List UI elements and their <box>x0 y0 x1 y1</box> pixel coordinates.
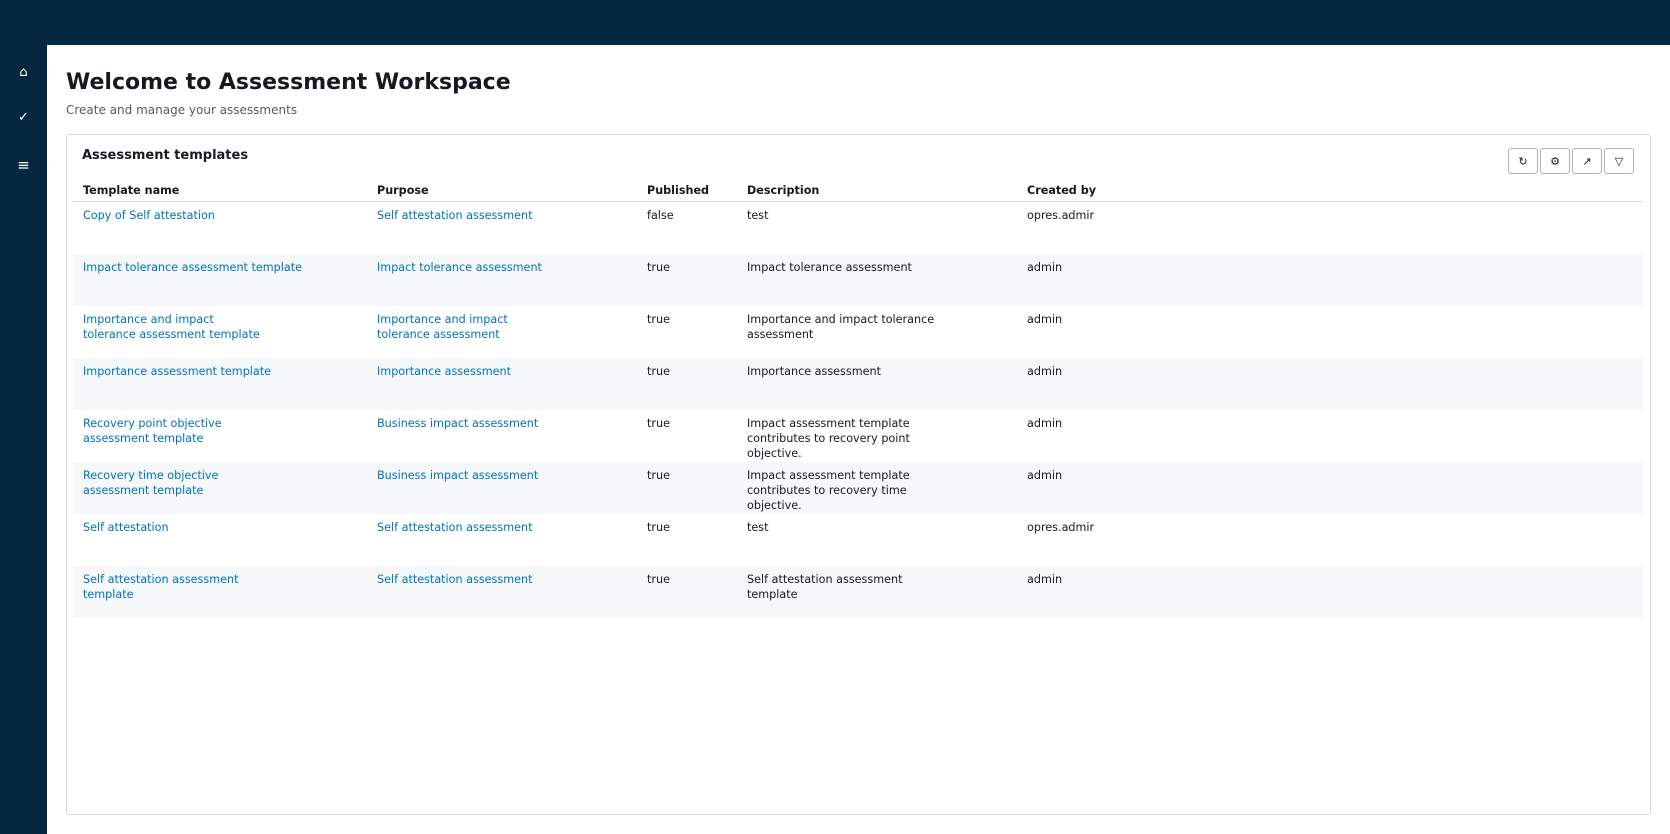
created-by-cell: admin <box>1027 469 1063 482</box>
table-row: Self attestation Self attestation assess… <box>73 514 1643 566</box>
column-header-template-name[interactable]: Template name <box>73 180 367 202</box>
created-by-cell: admin <box>1027 573 1063 586</box>
menu-icon[interactable]: ≡ <box>0 156 47 174</box>
open-external-button[interactable]: ↗ <box>1572 148 1602 174</box>
description-cell: Impact tolerance assessment <box>747 261 912 274</box>
template-name-link[interactable]: Importance and impact tolerance assessme… <box>83 312 263 342</box>
table-row: Impact tolerance assessment template Imp… <box>73 254 1643 306</box>
filter-button[interactable]: ▽ <box>1604 148 1634 174</box>
table-row: Self attestation assessment template Sel… <box>73 566 1643 618</box>
template-name-link[interactable]: Self attestation <box>83 521 169 534</box>
top-navigation-bar <box>0 0 1670 45</box>
created-by-cell: admin <box>1027 365 1063 378</box>
table-header-row: Template name Purpose Published Descript… <box>73 180 1643 202</box>
created-by-cell: admin <box>1027 313 1063 326</box>
purpose-link[interactable]: Importance and impact tolerance assessme… <box>377 312 557 342</box>
template-name-link[interactable]: Impact tolerance assessment template <box>83 261 302 274</box>
page-title: Welcome to Assessment Workspace <box>66 70 511 95</box>
purpose-link[interactable]: Impact tolerance assessment <box>377 260 557 275</box>
table-toolbar: ↻ ⚙ ↗ ▽ <box>1506 148 1634 174</box>
page-subtitle: Create and manage your assessments <box>66 103 298 117</box>
description-cell: Impact assessment template contributes t… <box>747 417 910 460</box>
column-header-created-by[interactable]: Created by <box>1017 180 1643 202</box>
published-cell: true <box>647 313 670 326</box>
refresh-icon: ↻ <box>1518 154 1528 168</box>
description-cell: test <box>747 521 769 534</box>
check-icon[interactable]: ✓ <box>0 110 47 125</box>
settings-icon: ⚙ <box>1550 154 1560 168</box>
column-header-purpose[interactable]: Purpose <box>367 180 637 202</box>
published-cell: true <box>647 521 670 534</box>
template-name-link[interactable]: Recovery point objective assessment temp… <box>83 416 233 446</box>
purpose-link[interactable]: Business impact assessment <box>377 468 557 483</box>
published-cell: true <box>647 417 670 430</box>
created-by-cell: admin <box>1027 417 1063 430</box>
table-row: Recovery point objective assessment temp… <box>73 410 1643 462</box>
created-by-cell: opres.admir <box>1027 209 1095 222</box>
refresh-button[interactable]: ↻ <box>1508 148 1538 174</box>
purpose-link[interactable]: Self attestation assessment <box>377 572 557 587</box>
purpose-link[interactable]: Business impact assessment <box>377 416 557 431</box>
home-icon[interactable]: ⌂ <box>0 65 47 80</box>
published-cell: true <box>647 573 670 586</box>
settings-button[interactable]: ⚙ <box>1540 148 1570 174</box>
table-row: Importance assessment template Importanc… <box>73 358 1643 410</box>
purpose-link[interactable]: Importance assessment <box>377 364 557 379</box>
table-row: Recovery time objective assessment templ… <box>73 462 1643 514</box>
assessment-templates-panel: Assessment templates ↻ ⚙ ↗ ▽ Template na… <box>66 134 1651 815</box>
external-link-icon: ↗ <box>1582 154 1592 168</box>
template-name-link[interactable]: Recovery time objective assessment templ… <box>83 468 233 498</box>
purpose-link[interactable]: Self attestation assessment <box>377 520 557 535</box>
purpose-link[interactable]: Self attestation assessment <box>377 208 557 223</box>
filter-icon: ▽ <box>1614 154 1624 168</box>
published-cell: true <box>647 469 670 482</box>
main-content: Welcome to Assessment Workspace Create a… <box>47 45 1670 834</box>
created-by-cell: opres.admir <box>1027 521 1095 534</box>
table-row: Importance and impact tolerance assessme… <box>73 306 1643 358</box>
description-cell: Importance and impact tolerance assessme… <box>747 313 935 341</box>
template-name-link[interactable]: Copy of Self attestation <box>83 208 263 223</box>
description-cell: Self attestation assessment template <box>747 573 903 601</box>
created-by-cell: admin <box>1027 261 1063 274</box>
published-cell: true <box>647 365 670 378</box>
description-cell: Impact assessment template contributes t… <box>747 469 910 512</box>
template-name-link[interactable]: Self attestation assessment template <box>83 572 253 602</box>
side-navigation: ⌂ ✓ ≡ <box>0 45 47 834</box>
template-name-link[interactable]: Importance assessment template <box>83 365 271 378</box>
templates-table: Template name Purpose Published Descript… <box>73 180 1643 618</box>
published-cell: true <box>647 261 670 274</box>
published-cell: false <box>647 209 674 222</box>
description-cell: Importance assessment <box>747 365 881 378</box>
column-header-published[interactable]: Published <box>637 180 737 202</box>
table-row: Copy of Self attestation Self attestatio… <box>73 202 1643 255</box>
panel-title: Assessment templates <box>82 148 249 163</box>
column-header-description[interactable]: Description <box>737 180 1017 202</box>
description-cell: test <box>747 209 769 222</box>
